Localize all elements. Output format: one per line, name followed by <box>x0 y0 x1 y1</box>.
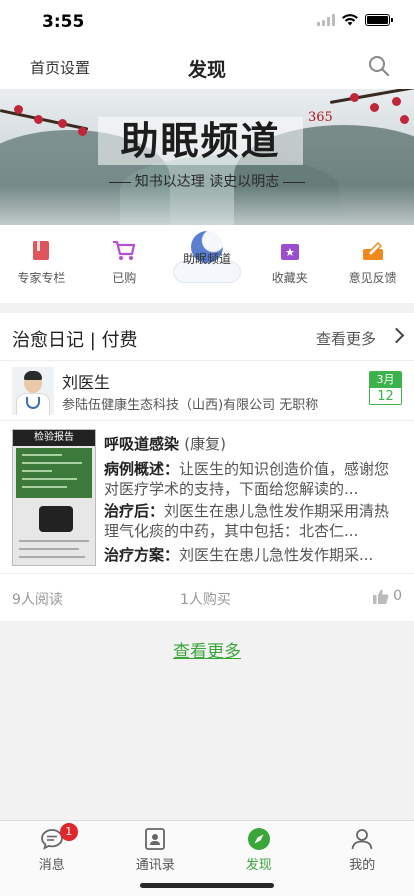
banner-seal: 365 <box>308 110 333 125</box>
mist-decoration <box>0 185 414 225</box>
plum-branch <box>0 109 89 131</box>
tab-messages[interactable]: 1 消息 <box>0 821 104 896</box>
shortcut-label: 助眠频道 <box>182 252 231 266</box>
avatar <box>12 367 54 415</box>
search-icon[interactable] <box>368 55 390 77</box>
compass-icon <box>247 827 271 851</box>
unread-badge: 1 <box>59 823 78 841</box>
shortcut-expert-column[interactable]: 专家专栏 <box>0 239 83 303</box>
treatment-plan: 治疗方案：刘医生在患儿急性发作期采... <box>104 545 400 565</box>
tab-label: 我的 <box>349 858 376 873</box>
treatment-plan-text: 刘医生在患儿急性发作期采... <box>179 546 374 564</box>
plum-blossom <box>14 105 23 114</box>
after-treatment: 治疗后：刘医生在患儿急性发作期采用清热理气化痰的中药，其中包括：北杏仁... <box>104 501 400 541</box>
doctor-row[interactable]: 刘医生 参陆伍健康生态科技（山西)有限公司 无职称 3月 12 <box>0 361 414 421</box>
purchase-count: 1人购买 <box>180 592 231 608</box>
shortcut-label: 已购 <box>112 271 137 285</box>
case-overview: 病例概述：让医生的知识创造价值，感谢您对医疗学术的支持，下面给您解读的... <box>104 459 400 499</box>
status-time: 3:55 <box>42 12 85 32</box>
healing-diary-section: 治愈日记 | 付费 查看更多 刘医生 参陆伍健康生态科技（山西)有限公司 无职称… <box>0 313 414 621</box>
banner-subtitle: 知书以达理 读史以明志 <box>0 171 414 191</box>
tab-label: 消息 <box>38 858 65 873</box>
status-bar: 3:55 <box>0 0 414 44</box>
status-icons <box>317 14 393 26</box>
shortcut-sleep-channel[interactable]: 助眠频道 <box>166 231 249 303</box>
battery-icon <box>365 14 393 26</box>
date-month: 3月 <box>370 372 401 388</box>
doctor-name: 刘医生 <box>62 373 111 392</box>
case-overview-label: 病例概述： <box>104 460 180 478</box>
section-title: 治愈日记 | 付费 <box>12 330 138 351</box>
shortcut-label: 意见反馈 <box>348 271 397 285</box>
view-more-button[interactable]: 查看更多 <box>0 637 414 662</box>
cart-icon <box>110 239 138 263</box>
article-title-suffix: (康复) <box>184 435 226 453</box>
person-icon <box>350 827 374 851</box>
book-icon <box>27 239 55 263</box>
divider <box>0 303 414 313</box>
article-title-text: 呼吸道感染 <box>104 435 180 453</box>
plum-blossom <box>350 93 359 102</box>
chevron-right-icon[interactable] <box>388 327 405 344</box>
plum-blossom <box>58 119 67 128</box>
article-stats: 9人阅读 1人购买 0 <box>0 573 414 621</box>
shortcut-label: 收藏夹 <box>271 271 308 285</box>
article-title: 呼吸道感染 (康复) <box>104 433 226 454</box>
date-badge: 3月 12 <box>369 371 402 405</box>
tab-label: 发现 <box>245 858 272 873</box>
date-day: 12 <box>370 388 401 404</box>
sleep-channel-banner[interactable]: 助眠频道 365 知书以达理 读史以明志 <box>0 89 414 225</box>
shortcut-favorites[interactable]: 收藏夹 <box>248 239 331 303</box>
home-settings-button[interactable]: 首页设置 <box>30 57 90 78</box>
plum-blossom <box>392 97 401 106</box>
like-button[interactable]: 0 <box>373 588 402 604</box>
shortcut-row: 专家专栏 已购 助眠频道 收藏夹 意见反馈 <box>0 225 414 303</box>
shortcut-feedback[interactable]: 意见反馈 <box>331 239 414 303</box>
nav-bar: 首页设置 发现 <box>0 44 414 89</box>
section-header: 治愈日记 | 付费 查看更多 <box>0 313 414 361</box>
tab-label: 通讯录 <box>135 858 175 873</box>
after-treatment-label: 治疗后： <box>104 502 165 520</box>
article-card[interactable]: 检验报告 呼吸道感染 (康复) 病例概述：让医生的知识创造价值，感谢您对医疗学术… <box>0 421 414 573</box>
report-image: 检验报告 <box>12 429 96 566</box>
signal-icon <box>317 14 335 26</box>
plum-blossom <box>78 127 87 136</box>
wifi-icon <box>342 14 358 26</box>
tab-mine[interactable]: 我的 <box>311 821 414 896</box>
chat-icon: 1 <box>40 823 78 851</box>
treatment-plan-label: 治疗方案： <box>104 546 180 564</box>
plum-branch <box>329 89 414 104</box>
report-image-label: 检验报告 <box>13 430 95 446</box>
plum-blossom <box>370 103 379 112</box>
shortcut-purchased[interactable]: 已购 <box>83 239 166 303</box>
shortcut-label: 专家专栏 <box>17 271 66 285</box>
star-folder-icon <box>276 239 304 263</box>
contacts-icon <box>143 827 167 851</box>
tab-bar: 1 消息 通讯录 发现 我的 <box>0 820 414 896</box>
plum-blossom <box>34 115 43 124</box>
banner-title: 助眠频道 <box>98 117 303 165</box>
plum-blossom <box>400 115 409 124</box>
feedback-icon <box>359 239 387 263</box>
thumbs-up-icon <box>373 589 389 604</box>
see-more-link[interactable]: 查看更多 <box>316 328 376 349</box>
home-indicator <box>140 883 274 888</box>
like-count: 0 <box>393 588 402 604</box>
read-count: 9人阅读 <box>12 592 63 608</box>
doctor-info: 参陆伍健康生态科技（山西)有限公司 无职称 <box>62 398 319 413</box>
